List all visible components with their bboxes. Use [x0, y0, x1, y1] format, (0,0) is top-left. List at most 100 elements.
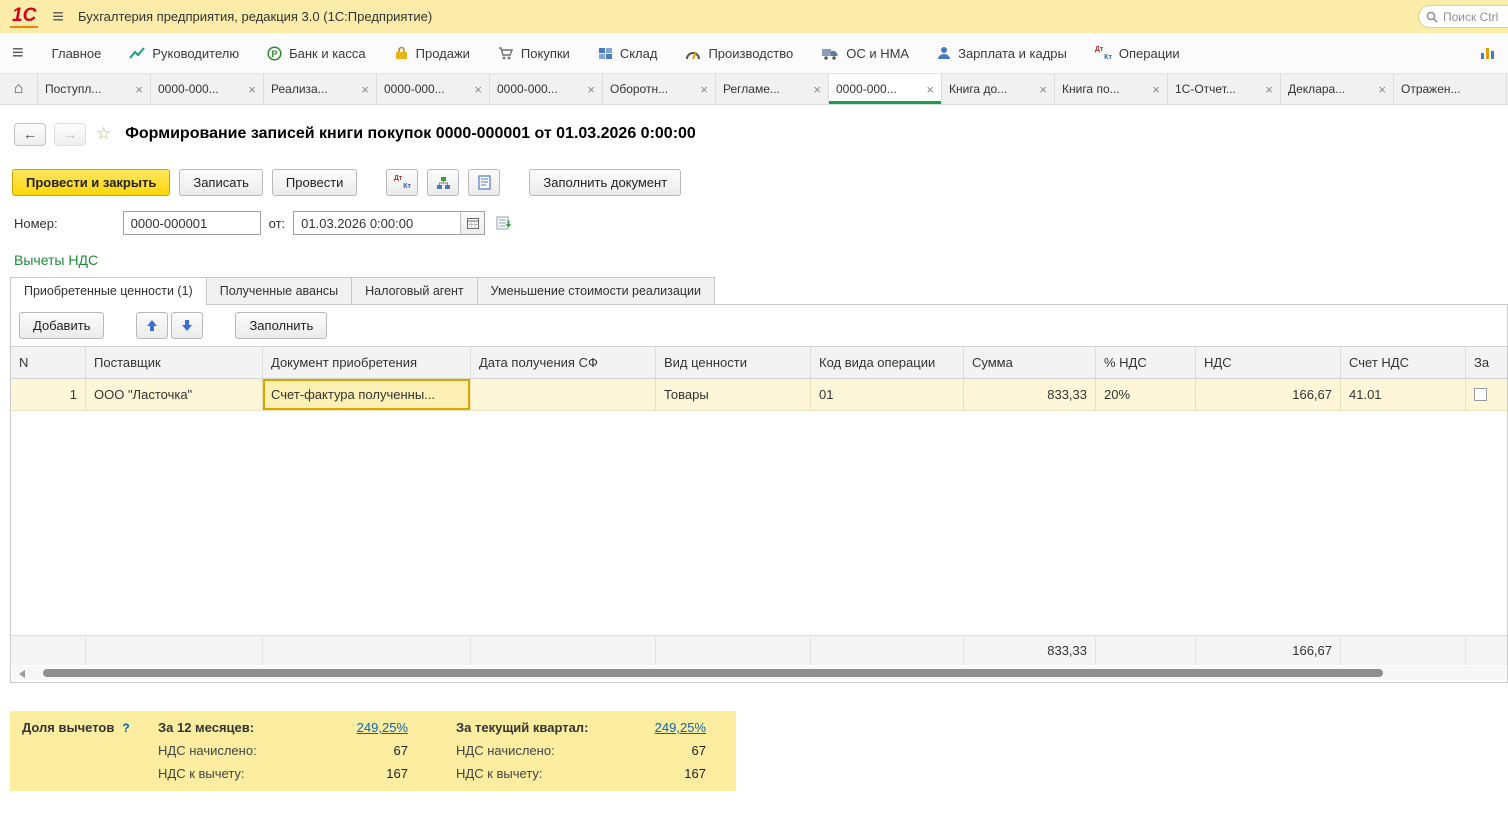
favorite-star-icon[interactable]: ☆ — [96, 124, 111, 144]
menu-item-sklad[interactable]: Склад — [598, 46, 658, 61]
subtab-received-advances[interactable]: Полученные авансы — [206, 277, 351, 305]
save-button[interactable]: Записать — [179, 169, 263, 196]
global-search-input[interactable]: Поиск Ctrl — [1418, 5, 1508, 28]
column-header-vat[interactable]: НДС — [1196, 347, 1341, 378]
main-menu-icon[interactable]: ≡ — [52, 7, 64, 27]
fill-document-button[interactable]: Заполнить документ — [529, 169, 681, 196]
main-menu: ≡ Главное Руководителю Р Банк и касса Пр… — [0, 33, 1508, 74]
tab-oborotka[interactable]: Оборотн...× — [603, 74, 716, 104]
grid-empty-area[interactable] — [11, 411, 1507, 635]
cell-vat[interactable]: 166,67 — [1196, 379, 1341, 410]
subtab-tax-agent[interactable]: Налоговый агент — [351, 277, 477, 305]
close-icon[interactable]: × — [135, 82, 143, 97]
back-button[interactable]: ← — [14, 123, 46, 146]
cell-extra[interactable] — [1466, 379, 1507, 410]
menu-item-os-i-nma[interactable]: ОС и НМА — [821, 46, 909, 61]
tab-postuplenie[interactable]: Поступл...× — [38, 74, 151, 104]
cell-vat-account[interactable]: 41.01 — [1341, 379, 1466, 410]
share-quarter-link[interactable]: 249,25% — [614, 720, 706, 735]
bar-chart-icon[interactable] — [1480, 46, 1496, 60]
home-tab[interactable]: ⌂ — [0, 74, 38, 104]
tab-kniga-dohodov[interactable]: Книга до...× — [942, 74, 1055, 104]
subtab-sales-cost-reduction[interactable]: Уменьшение стоимости реализации — [477, 277, 715, 305]
menu-item-proizvodstvo[interactable]: Производство — [685, 46, 793, 61]
tab-document-active[interactable]: 0000-000... × — [829, 74, 942, 104]
close-icon[interactable]: × — [248, 82, 256, 97]
column-header-n[interactable]: N — [11, 347, 86, 378]
menu-item-prodazhi[interactable]: Продажи — [394, 46, 470, 61]
close-icon[interactable]: × — [587, 82, 595, 97]
subtab-acquired-values[interactable]: Приобретенные ценности (1) — [10, 277, 206, 305]
cell-supplier[interactable]: ООО "Ласточка" — [86, 379, 263, 410]
menu-item-glavnoe[interactable]: Главное — [52, 46, 102, 61]
add-row-button[interactable]: Добавить — [19, 312, 104, 339]
column-header-vat-account[interactable]: Счет НДС — [1341, 347, 1466, 378]
vat-deductible-12m-label: НДС к вычету: — [158, 766, 316, 781]
cell-document-selected[interactable]: Счет-фактура полученны... — [263, 379, 471, 410]
table-row[interactable]: 1 ООО "Ласточка" Счет-фактура полученны.… — [11, 379, 1507, 411]
tab-1c-otchetnost[interactable]: 1С-Отчет...× — [1168, 74, 1281, 104]
close-icon[interactable]: × — [1265, 82, 1273, 97]
close-icon[interactable]: × — [926, 82, 934, 97]
tab-document-1[interactable]: 0000-000...× — [151, 74, 264, 104]
menu-item-rukovoditelyu[interactable]: Руководителю — [129, 46, 239, 61]
close-icon[interactable]: × — [813, 82, 821, 97]
dt-kt-icon: Дт Кт — [394, 175, 411, 190]
tab-document-2[interactable]: 0000-000...× — [377, 74, 490, 104]
cell-op-code[interactable]: 01 — [811, 379, 964, 410]
menu-item-bank-i-kassa[interactable]: Р Банк и касса — [267, 46, 366, 61]
column-header-supplier[interactable]: Поставщик — [86, 347, 263, 378]
fill-table-button[interactable]: Заполнить — [235, 312, 327, 339]
tab-label: 0000-000... — [836, 82, 922, 96]
report-icon — [478, 175, 491, 190]
menu-item-pokupki[interactable]: Покупки — [498, 46, 570, 61]
column-header-sf-date[interactable]: Дата получения СФ — [471, 347, 656, 378]
tab-realizaciya[interactable]: Реализа...× — [264, 74, 377, 104]
close-icon[interactable]: × — [700, 82, 708, 97]
menu-item-zarplata-i-kadry[interactable]: Зарплата и кадры — [937, 46, 1067, 61]
help-icon[interactable]: ? — [122, 721, 129, 735]
column-header-amount[interactable]: Сумма — [964, 347, 1096, 378]
move-up-button[interactable] — [136, 312, 168, 339]
menu-item-operacii[interactable]: Дт Кт Операции — [1095, 46, 1180, 61]
post-and-close-button[interactable]: Провести и закрыть — [12, 169, 170, 196]
cell-vat-rate[interactable]: 20% — [1096, 379, 1196, 410]
cell-sf-date[interactable] — [471, 379, 656, 410]
tab-reglament[interactable]: Регламе...× — [716, 74, 829, 104]
date-field[interactable]: 01.03.2026 0:00:00 — [293, 211, 485, 235]
close-icon[interactable]: × — [361, 82, 369, 97]
close-icon[interactable]: × — [474, 82, 482, 97]
number-field[interactable]: 0000-000001 — [123, 211, 261, 235]
sections-menu-icon[interactable]: ≡ — [12, 43, 24, 63]
cell-row-number[interactable]: 1 — [11, 379, 86, 410]
report-button[interactable] — [468, 169, 500, 196]
column-header-value-type[interactable]: Вид ценности — [656, 347, 811, 378]
row-checkbox[interactable] — [1474, 388, 1487, 401]
cell-value-type[interactable]: Товары — [656, 379, 811, 410]
close-icon[interactable]: × — [1039, 82, 1047, 97]
page-title: Формирование записей книги покупок 0000-… — [125, 125, 696, 143]
move-down-button[interactable] — [171, 312, 203, 339]
document-structure-button[interactable] — [427, 169, 459, 196]
forward-button[interactable]: → — [54, 123, 86, 146]
calendar-button[interactable] — [460, 212, 484, 234]
show-postings-button[interactable]: Дт Кт — [386, 169, 418, 196]
cell-amount[interactable]: 833,33 — [964, 379, 1096, 410]
fill-from-list-button[interactable] — [493, 211, 517, 235]
tab-otrazhenie[interactable]: Отражен... — [1394, 74, 1507, 104]
column-header-extra[interactable]: За — [1466, 347, 1507, 378]
close-icon[interactable]: × — [1152, 82, 1160, 97]
share-12m-link[interactable]: 249,25% — [316, 720, 408, 735]
horizontal-scrollbar[interactable] — [13, 666, 1505, 680]
1c-logo-icon[interactable]: 1С — [10, 6, 38, 28]
tab-deklaraciya[interactable]: Деклара...× — [1281, 74, 1394, 104]
scrollbar-thumb[interactable] — [43, 669, 1383, 677]
tab-document-3[interactable]: 0000-000...× — [490, 74, 603, 104]
column-header-op-code[interactable]: Код вида операции — [811, 347, 964, 378]
post-button[interactable]: Провести — [272, 169, 358, 196]
tab-kniga-pokupok[interactable]: Книга по...× — [1055, 74, 1168, 104]
column-header-document[interactable]: Документ приобретения — [263, 347, 471, 378]
column-header-vat-rate[interactable]: % НДС — [1096, 347, 1196, 378]
close-icon[interactable]: × — [1378, 82, 1386, 97]
scroll-left-icon[interactable] — [19, 670, 25, 678]
